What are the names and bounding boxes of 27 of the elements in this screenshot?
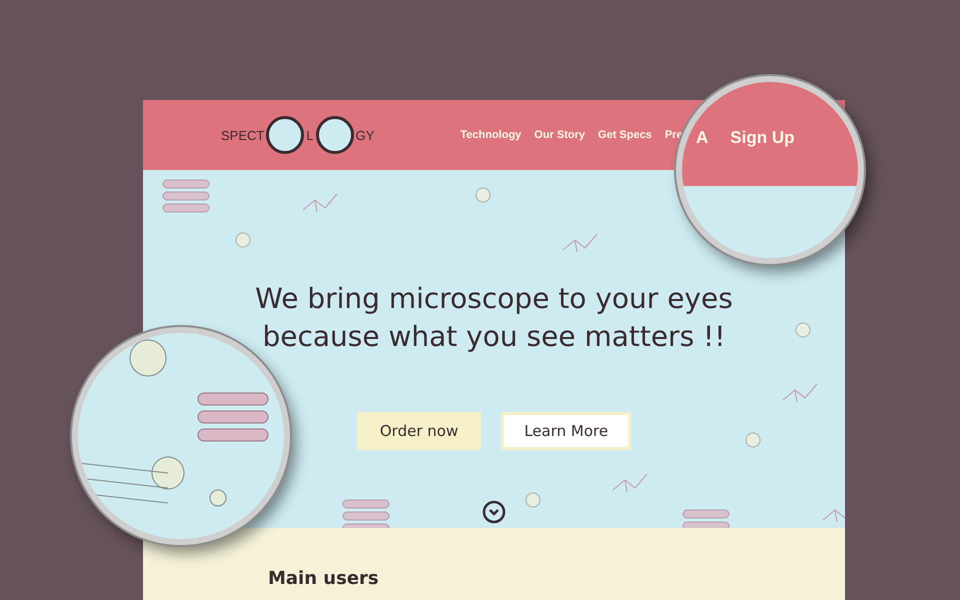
cell-drawing: [796, 322, 810, 338]
cell-drawing: [236, 232, 250, 248]
chevron-down-icon[interactable]: [482, 500, 506, 524]
hero-headline: We bring microscope to your eyes because what you see matters !!: [255, 281, 733, 355]
nav-link[interactable]: Our Story: [534, 129, 586, 141]
nav-link[interactable]: Get Specs: [598, 129, 652, 141]
cell-drawing: [746, 432, 760, 448]
logo-ring-icon: [266, 116, 304, 154]
logo-text: GY: [356, 128, 374, 142]
fiber-drawing: [782, 384, 818, 402]
nav-link[interactable]: Technology: [460, 129, 522, 141]
learn-more-button[interactable]: Learn More: [501, 412, 632, 450]
fiber-drawing: [562, 234, 598, 252]
cell-drawing: [476, 188, 490, 202]
nav-link[interactable]: A: [696, 128, 708, 148]
logo-text: L: [306, 128, 314, 142]
section-heading: Main users: [268, 568, 380, 589]
cell-drawing: [162, 180, 210, 212]
cell-drawing: [682, 510, 730, 528]
cell-drawing: [342, 500, 390, 528]
logo-text: SPECT: [221, 128, 264, 142]
fiber-drawing: [612, 474, 648, 492]
logo-ring-icon: [316, 116, 354, 154]
nav-link[interactable]: Sign Up: [730, 128, 794, 148]
cell-drawing: [526, 492, 540, 508]
fiber-drawing: [302, 194, 338, 212]
order-button[interactable]: Order now: [356, 412, 482, 450]
